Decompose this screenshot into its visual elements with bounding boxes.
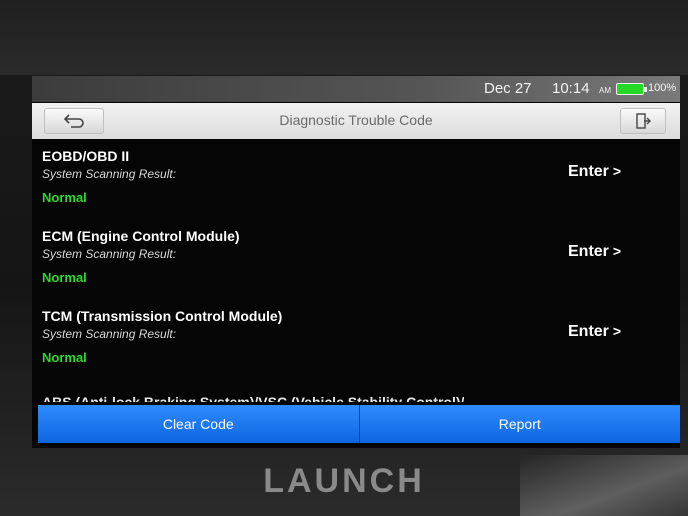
action-bar: Clear Code Report bbox=[38, 405, 680, 443]
bezel-top bbox=[0, 0, 688, 75]
report-button[interactable]: Report bbox=[358, 405, 680, 443]
enter-label: Enter bbox=[568, 163, 609, 180]
system-name: TCM (Transmission Control Module) bbox=[42, 308, 283, 324]
partial-system-name: ABS (Anti-lock Braking System)/VSC (Vehi… bbox=[42, 394, 465, 402]
enter-button[interactable]: Enter > bbox=[568, 323, 621, 341]
result-item-ecm: ECM (Engine Control Module) System Scann… bbox=[32, 222, 680, 302]
result-item-eobd: EOBD/OBD II System Scanning Result: Norm… bbox=[32, 142, 680, 222]
status-bar: Dec 27 10:14 AM 100% bbox=[32, 76, 680, 102]
system-name: EOBD/OBD II bbox=[42, 148, 130, 164]
enter-button[interactable]: Enter > bbox=[568, 243, 621, 261]
enter-button[interactable]: Enter > bbox=[568, 163, 621, 181]
exit-button[interactable] bbox=[620, 108, 666, 134]
battery-percent: 100% bbox=[648, 82, 677, 94]
system-name: ECM (Engine Control Module) bbox=[42, 228, 240, 244]
page-title: Diagnostic Trouble Code bbox=[279, 112, 433, 128]
exit-icon bbox=[636, 113, 651, 129]
scan-result-value: Normal bbox=[42, 270, 87, 285]
chevron-right-icon: > bbox=[612, 243, 622, 259]
result-item-tcm: TCM (Transmission Control Module) System… bbox=[32, 302, 680, 382]
device-screen: Dec 27 10:14 AM 100% Diagnostic Trouble … bbox=[32, 76, 680, 448]
scan-result-label: System Scanning Result: bbox=[42, 247, 177, 261]
status-ampm: AM bbox=[599, 86, 611, 95]
clear-code-button[interactable]: Clear Code bbox=[38, 405, 359, 443]
scan-result-value: Normal bbox=[42, 190, 87, 205]
scan-result-list: EOBD/OBD II System Scanning Result: Norm… bbox=[32, 142, 680, 382]
scan-result-value: Normal bbox=[42, 350, 87, 365]
enter-label: Enter bbox=[568, 323, 609, 340]
chevron-right-icon: > bbox=[612, 323, 622, 339]
enter-label: Enter bbox=[568, 243, 609, 260]
battery-icon bbox=[616, 83, 647, 95]
title-bar: Diagnostic Trouble Code bbox=[32, 103, 680, 139]
scan-result-label: System Scanning Result: bbox=[42, 327, 177, 341]
status-time: 10:14 bbox=[552, 80, 590, 97]
status-date: Dec 27 bbox=[484, 80, 532, 97]
glare bbox=[520, 455, 688, 516]
chevron-right-icon: > bbox=[612, 163, 622, 179]
scan-result-label: System Scanning Result: bbox=[42, 167, 177, 181]
